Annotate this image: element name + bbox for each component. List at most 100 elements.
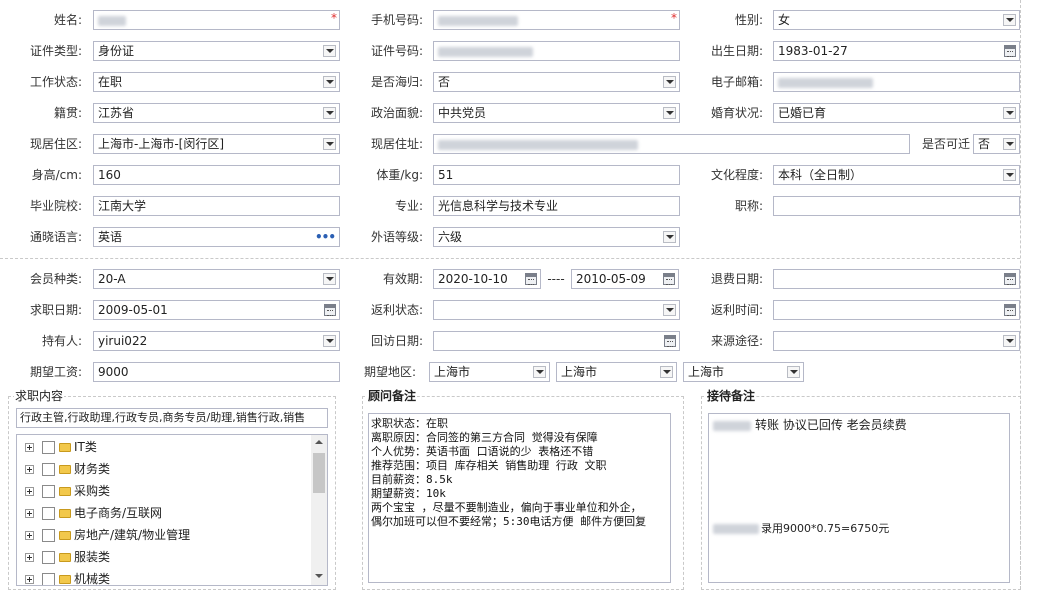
checkbox[interactable]	[42, 507, 55, 520]
area-select[interactable]: 上海市-上海市-[闵行区]	[93, 134, 340, 154]
chevron-down-icon[interactable]	[1003, 138, 1016, 150]
chevron-down-icon[interactable]	[323, 76, 336, 88]
job-date-field[interactable]: 2009-05-01	[93, 300, 340, 320]
chevron-down-icon[interactable]	[1003, 107, 1016, 119]
region-province-select[interactable]: 上海市	[429, 362, 550, 382]
valid-to-field[interactable]: 2010-05-09	[571, 269, 679, 289]
chevron-down-icon[interactable]	[663, 76, 676, 88]
gender-value: 女	[778, 13, 791, 27]
chevron-down-icon[interactable]	[663, 107, 676, 119]
tree-item[interactable]: 机械类	[25, 569, 110, 585]
language-level-select[interactable]: 六级	[433, 227, 680, 247]
tree-scrollbar[interactable]	[311, 435, 327, 585]
language-level-label: 外语等级:	[370, 230, 423, 244]
valid-from-value: 2020-10-10	[438, 272, 508, 286]
calendar-icon[interactable]	[324, 304, 336, 316]
valid-from-field[interactable]: 2020-10-10	[433, 269, 541, 289]
chevron-down-icon[interactable]	[323, 138, 336, 150]
region-district-select[interactable]: 上海市	[683, 362, 804, 382]
address-field[interactable]	[433, 134, 910, 154]
more-icon[interactable]: •••	[315, 228, 336, 246]
expand-icon[interactable]	[25, 465, 34, 474]
source-select[interactable]	[773, 331, 1020, 351]
email-label: 电子邮箱:	[710, 75, 763, 89]
checkbox[interactable]	[42, 551, 55, 564]
expand-icon[interactable]	[25, 443, 34, 452]
checkbox[interactable]	[42, 441, 55, 454]
chevron-down-icon[interactable]	[663, 304, 676, 316]
rebate-time-field[interactable]	[773, 300, 1020, 320]
expand-icon[interactable]	[25, 509, 34, 518]
job-content-selected-field[interactable]: 行政主管,行政助理,行政专员,商务专员/助理,销售行政,销售	[16, 408, 328, 428]
chevron-down-icon[interactable]	[323, 45, 336, 57]
calendar-icon[interactable]	[1004, 273, 1016, 285]
chevron-down-icon[interactable]	[323, 107, 336, 119]
folder-icon	[59, 487, 71, 496]
reception-notes-textarea[interactable]: 转账 协议已回传 老会员续费 录用9000*0.75=6750元	[708, 413, 1010, 583]
job-category-tree[interactable]: IT类 财务类 采购类 电子商务/互联网 房地产/建筑/物业管理 服装类 机械类	[16, 434, 328, 586]
email-field[interactable]	[773, 72, 1020, 92]
salary-field[interactable]: 9000	[93, 362, 340, 382]
weight-field[interactable]: 51	[433, 165, 680, 185]
marital-select[interactable]: 已婚已育	[773, 103, 1020, 123]
checkbox[interactable]	[42, 529, 55, 542]
chevron-down-icon[interactable]	[663, 231, 676, 243]
height-field[interactable]: 160	[93, 165, 340, 185]
checkbox[interactable]	[42, 573, 55, 585]
tree-item[interactable]: IT类	[25, 437, 97, 457]
job-content-title: 求职内容	[14, 389, 65, 403]
school-field[interactable]: 江南大学	[93, 196, 340, 216]
chevron-down-icon[interactable]	[323, 335, 336, 347]
education-select[interactable]: 本科（全日制）	[773, 165, 1020, 185]
chevron-down-icon[interactable]	[533, 366, 546, 378]
gender-select[interactable]: 女	[773, 10, 1020, 30]
scroll-thumb[interactable]	[313, 453, 325, 493]
phone-field[interactable]: *	[433, 10, 680, 30]
holder-select[interactable]: yirui022	[93, 331, 340, 351]
overseas-select[interactable]: 否	[433, 72, 680, 92]
refund-date-field[interactable]	[773, 269, 1020, 289]
note-line: 求职状态：在职	[371, 417, 448, 430]
scroll-down-icon[interactable]	[315, 574, 323, 578]
workstatus-select[interactable]: 在职	[93, 72, 340, 92]
chevron-down-icon[interactable]	[660, 366, 673, 378]
chevron-down-icon[interactable]	[1003, 169, 1016, 181]
language-picker[interactable]: 英语 •••	[93, 227, 340, 247]
tree-item[interactable]: 服装类	[25, 547, 110, 567]
expand-icon[interactable]	[25, 531, 34, 540]
advisor-notes-textarea[interactable]: 求职状态：在职 离职原因：合同签的第三方合同 觉得没有保障 个人优势：英语书面 …	[368, 413, 671, 583]
member-type-select[interactable]: 20-A	[93, 269, 340, 289]
chevron-down-icon[interactable]	[1003, 14, 1016, 26]
idno-field[interactable]	[433, 41, 680, 61]
chevron-down-icon[interactable]	[1003, 335, 1016, 347]
political-select[interactable]: 中共党员	[433, 103, 680, 123]
calendar-icon[interactable]	[663, 273, 675, 285]
chevron-down-icon[interactable]	[323, 273, 336, 285]
tree-item[interactable]: 房地产/建筑/物业管理	[25, 525, 190, 545]
calendar-icon[interactable]	[664, 335, 676, 347]
region-city-select[interactable]: 上海市	[556, 362, 677, 382]
checkbox[interactable]	[42, 485, 55, 498]
calendar-icon[interactable]	[1004, 304, 1016, 316]
birth-date-field[interactable]: 1983-01-27	[773, 41, 1020, 61]
tree-item[interactable]: 电子商务/互联网	[25, 503, 162, 523]
visit-date-field[interactable]	[433, 331, 680, 351]
expand-icon[interactable]	[25, 575, 34, 584]
native-select[interactable]: 江苏省	[93, 103, 340, 123]
tree-item[interactable]: 财务类	[25, 459, 110, 479]
title-field[interactable]	[773, 196, 1020, 216]
expand-icon[interactable]	[25, 487, 34, 496]
idtype-select[interactable]: 身份证	[93, 41, 340, 61]
expand-icon[interactable]	[25, 553, 34, 562]
calendar-icon[interactable]	[525, 273, 537, 285]
note-line: 离职原因：合同签的第三方合同 觉得没有保障	[371, 431, 598, 444]
relocate-select[interactable]: 否	[973, 134, 1020, 154]
calendar-icon[interactable]	[1004, 45, 1016, 57]
rebate-status-select[interactable]	[433, 300, 680, 320]
tree-item[interactable]: 采购类	[25, 481, 110, 501]
scroll-up-icon[interactable]	[315, 440, 323, 444]
major-field[interactable]: 光信息科学与技术专业	[433, 196, 680, 216]
name-field[interactable]: *	[93, 10, 340, 30]
checkbox[interactable]	[42, 463, 55, 476]
chevron-down-icon[interactable]	[787, 366, 800, 378]
